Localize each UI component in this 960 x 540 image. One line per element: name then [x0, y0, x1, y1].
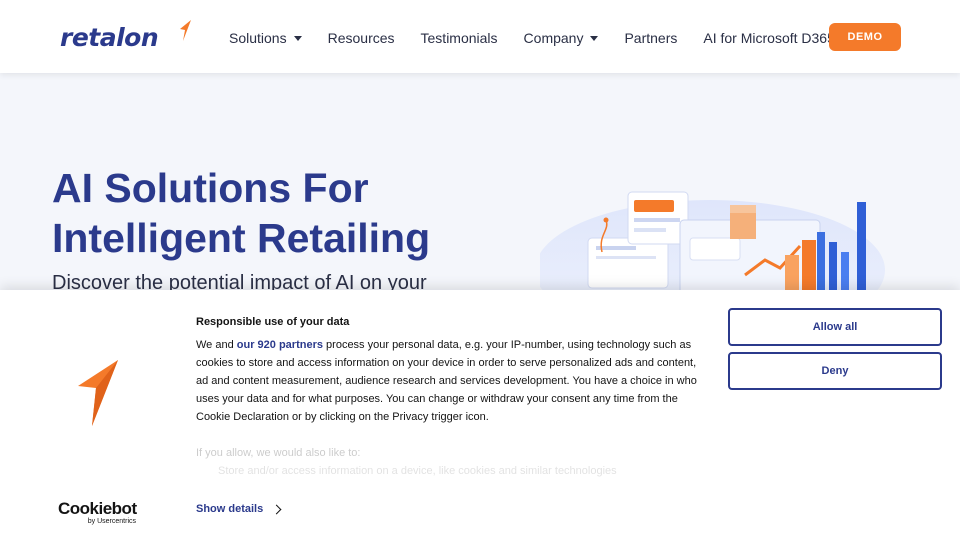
chevron-right-icon — [271, 504, 282, 514]
logo-arrow-icon — [180, 20, 191, 41]
retalon-logo[interactable]: retalon — [60, 20, 191, 52]
cookie-body-text: process your personal data, e.g. your IP… — [196, 339, 697, 423]
faded-purpose-item: Store and/or access information on a dev… — [218, 465, 617, 477]
cookie-title: Responsible use of your data — [196, 316, 350, 328]
nav-item-testimonials[interactable]: Testimonials — [421, 30, 498, 46]
nav-item-label: Solutions — [229, 30, 287, 46]
analytics-illustration — [540, 191, 885, 300]
nav-item-label: Resources — [327, 30, 395, 46]
demo-button[interactable]: DEMO — [829, 23, 901, 51]
cookiebot-byline: by Usercentrics — [87, 518, 136, 525]
nav-item-label: AI for Microsoft D365 — [703, 30, 835, 46]
cookie-consent-banner: Responsible use of your data We and our … — [0, 290, 960, 540]
nav-item-solutions[interactable]: Solutions — [229, 30, 302, 46]
nav-item-partners[interactable]: Partners — [624, 30, 677, 46]
show-details-link[interactable]: Show details — [196, 503, 282, 515]
show-details-label: Show details — [196, 503, 264, 515]
nav-item-label: Partners — [624, 30, 678, 46]
caret-down-icon — [590, 35, 599, 41]
faded-purposes: If you allow, we would also like to: Sto… — [196, 444, 706, 484]
main-nav: Solutions Resources Testimonials Company… — [229, 30, 861, 46]
allow-all-button[interactable]: Allow all — [728, 308, 942, 346]
partners-link[interactable]: our 920 partners — [237, 339, 323, 351]
logo-wordmark: retalon — [60, 22, 159, 52]
nav-item-label: Testimonials — [420, 30, 498, 46]
page: retalon Solutions Resources Testimonials… — [0, 0, 960, 540]
cookie-body-prefix: We and — [196, 339, 237, 351]
nav-item-ai-d365[interactable]: AI for Microsoft D365 — [703, 30, 835, 46]
deny-button[interactable]: Deny — [728, 352, 942, 390]
nav-item-company[interactable]: Company — [524, 30, 599, 46]
brand-arrow-icon — [78, 360, 118, 426]
nav-item-label: Company — [523, 30, 584, 46]
cookiebot-logo[interactable]: Cookiebot by Usercentrics — [58, 499, 138, 526]
site-header: retalon Solutions Resources Testimonials… — [0, 0, 960, 73]
cookie-description: We and our 920 partners process your per… — [196, 336, 706, 426]
cookiebot-wordmark: Cookiebot — [58, 499, 137, 518]
faded-intro: If you allow, we would also like to: — [196, 447, 361, 459]
hero-title: AI Solutions For Intelligent Retailing — [52, 165, 431, 261]
caret-down-icon — [293, 35, 302, 41]
nav-item-resources[interactable]: Resources — [328, 30, 395, 46]
